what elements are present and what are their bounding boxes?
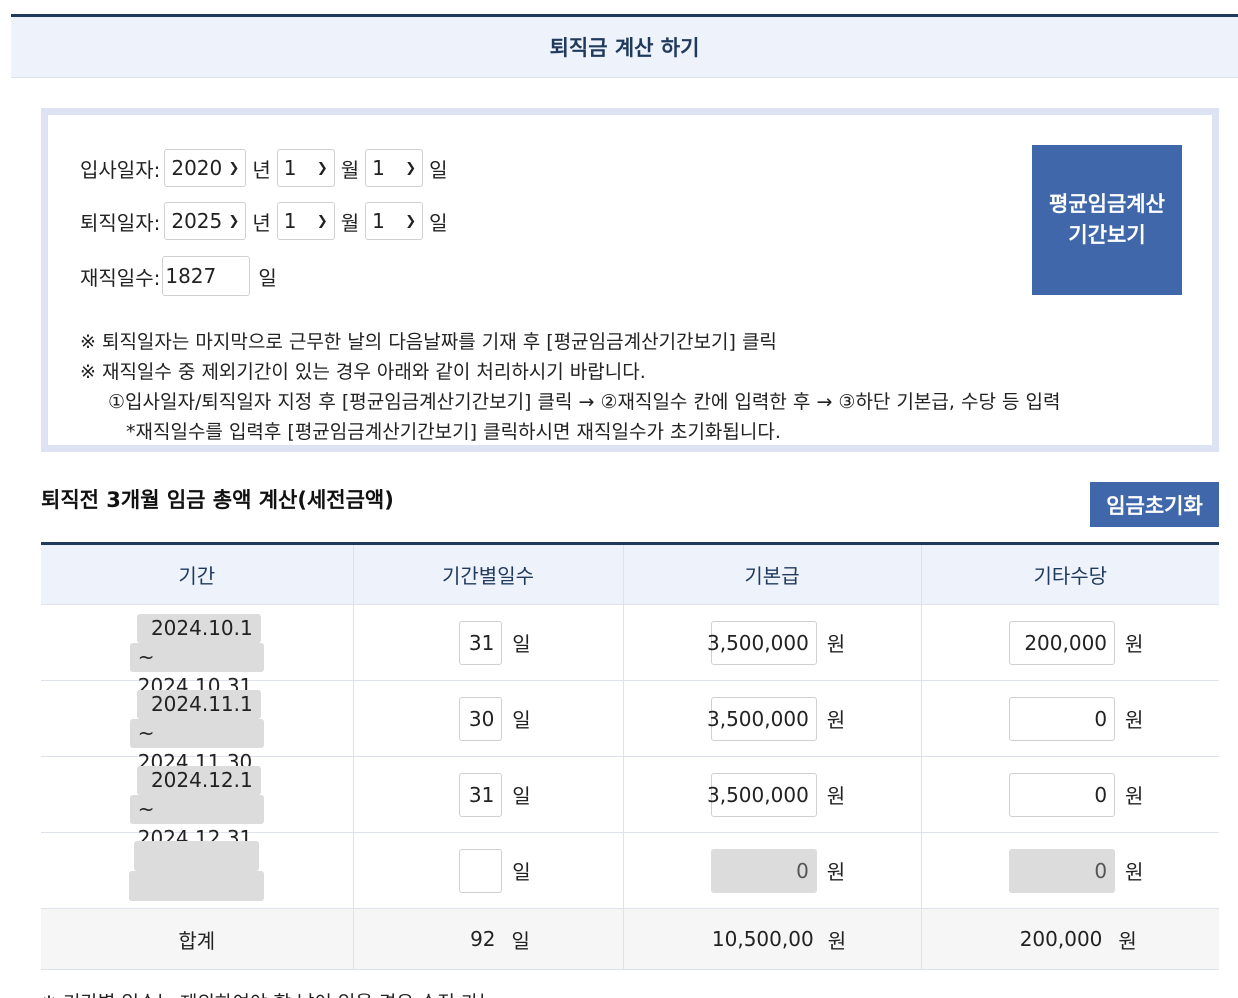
base-pay-input[interactable]: 3,500,000 <box>707 620 817 665</box>
chevron-down-icon: ❯ <box>405 213 417 229</box>
leave-date-row: 퇴직일자: 2025 ❯ 년 1 ❯ 월 1 ❯ 일 <box>80 202 454 240</box>
service-days-input[interactable]: 1827 <box>162 256 251 296</box>
period-end: ~ 2024.11.30 <box>129 718 264 774</box>
period-end <box>129 870 265 901</box>
allowance-input[interactable]: 0 <box>1009 696 1116 741</box>
leave-day-select[interactable]: 1 ❯ <box>365 202 424 240</box>
note-2: ※ 재직일수 중 제외기간이 있는 경우 아래와 같이 처리하시기 바랍니다. <box>80 361 646 383</box>
allowance-input[interactable]: 200,000 <box>1009 620 1116 665</box>
page-title: 퇴직금 계산 하기 <box>549 36 700 60</box>
period-start: 2024.12.1 <box>136 765 261 795</box>
period-cell: 2024.12.1 ~ 2024.12.31 <box>41 765 353 850</box>
page-header: 퇴직금 계산 하기 <box>11 14 1238 78</box>
table-row: 2024.10.1 ~ 2024.10.31 31 일 3,500,000 원 … <box>41 604 1219 698</box>
hire-day-select[interactable]: 1 ❯ <box>365 149 424 187</box>
wage-table: 기간 기간별일수 기본급 기타수당 2024.10.1 ~ 2024.10.31… <box>41 542 1219 970</box>
period-cell: 2024.10.1 ~ 2024.10.31 <box>41 613 353 698</box>
note-1: ※ 퇴직일자는 마지막으로 근무한 날의 다음날짜를 기재 후 [평균임금계산기… <box>80 331 777 353</box>
table-row: 2024.11.1 ~ 2024.11.30 30 일 3,500,000 원 … <box>41 680 1219 774</box>
header-base-pay: 기본급 <box>622 543 921 605</box>
period-end: ~ 2024.10.31 <box>129 642 264 698</box>
note-4: *재직일수를 입력후 [평균임금계산기간보기] 클릭하시면 재직일수가 초기화됩… <box>126 421 781 443</box>
period-cell <box>41 840 353 901</box>
note-3: ①입사일자/퇴직일자 지정 후 [평균임금계산기간보기] 클릭 → ②재직일수 … <box>108 391 1061 413</box>
days-input[interactable] <box>459 848 503 893</box>
allowance-input[interactable]: 0 <box>1009 772 1116 817</box>
wage-reset-button[interactable]: 임금초기화 <box>1090 482 1219 527</box>
date-input-panel: 입사일자: 2020 ❯ 년 1 ❯ 월 1 ❯ 일 퇴직일자: 2025 ❯ 년 1 ❯… <box>41 108 1219 452</box>
footer-note: ※ 기간별 일수는 제외하여야 할 날이 있을 경우 수정 가능 <box>41 988 496 998</box>
average-wage-period-button[interactable]: 평균임금계산 기간보기 <box>1032 145 1182 295</box>
base-pay-input-disabled: 0 <box>710 848 817 893</box>
leave-year-select[interactable]: 2025 ❯ <box>164 202 247 240</box>
total-allowance: 200,000 <box>1019 927 1103 951</box>
service-days-label: 재직일수: <box>80 265 161 290</box>
table-row: 2024.12.1 ~ 2024.12.31 31 일 3,500,000 원 … <box>41 756 1219 850</box>
total-label: 합계 <box>178 928 216 953</box>
base-pay-input[interactable]: 3,500,000 <box>707 696 817 741</box>
hire-date-row: 입사일자: 2020 ❯ 년 1 ❯ 월 1 ❯ 일 <box>80 149 454 187</box>
service-days-row: 재직일수: 1827 일 <box>80 256 283 296</box>
leave-date-label: 퇴직일자: <box>80 210 161 235</box>
hire-month-select[interactable]: 1 ❯ <box>276 149 335 187</box>
chevron-down-icon: ❯ <box>316 213 328 229</box>
header-other-allowance: 기타수당 <box>920 543 1219 605</box>
chevron-down-icon: ❯ <box>228 160 240 176</box>
period-start: 2024.11.1 <box>136 689 261 719</box>
total-base-pay: 10,500,00 <box>711 927 814 951</box>
table-row: 일 0 원 0 원 <box>41 832 1219 909</box>
leave-month-select[interactable]: 1 ❯ <box>276 202 335 240</box>
section-title: 퇴직전 3개월 임금 총액 계산(세전금액) <box>41 488 394 512</box>
header-days: 기간별일수 <box>352 543 623 605</box>
header-period: 기간 <box>41 543 353 605</box>
total-days: 92 <box>470 927 496 951</box>
base-pay-input[interactable]: 3,500,000 <box>707 772 817 817</box>
period-end: ~ 2024.12.31 <box>129 794 264 850</box>
days-input[interactable]: 30 <box>459 696 503 741</box>
period-cell: 2024.11.1 ~ 2024.11.30 <box>41 689 353 774</box>
chevron-down-icon: ❯ <box>228 213 240 229</box>
days-input[interactable]: 31 <box>459 772 503 817</box>
chevron-down-icon: ❯ <box>316 160 328 176</box>
period-start <box>134 840 260 871</box>
days-input[interactable]: 31 <box>459 620 503 665</box>
allowance-input-disabled: 0 <box>1009 848 1116 893</box>
table-header-row: 기간 기간별일수 기본급 기타수당 <box>41 543 1219 605</box>
hire-year-select[interactable]: 2020 ❯ <box>164 149 247 187</box>
period-start: 2024.10.1 <box>136 613 261 643</box>
total-row: 합계 92 일 10,500,00 원 200,000 원 <box>41 908 1219 970</box>
chevron-down-icon: ❯ <box>405 160 417 176</box>
hire-date-label: 입사일자: <box>80 157 161 182</box>
